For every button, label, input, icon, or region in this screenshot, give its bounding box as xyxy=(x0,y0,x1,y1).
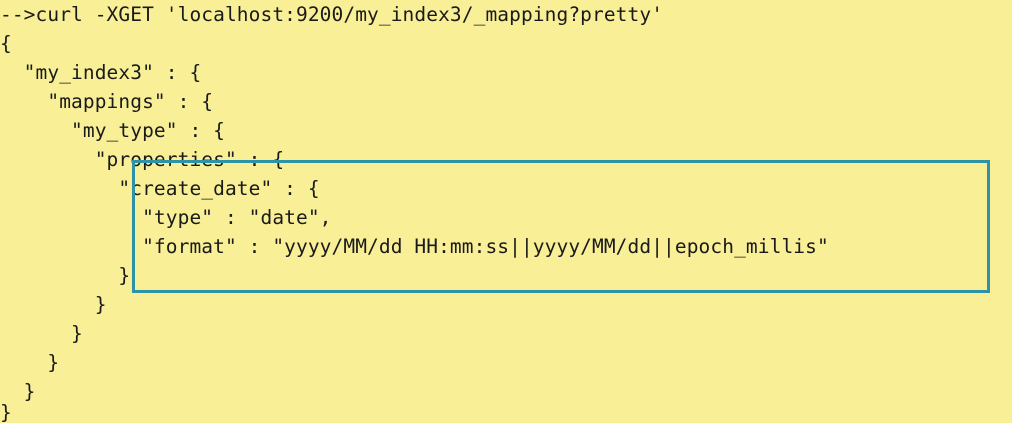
terminal-window: -->curl -XGET 'localhost:9200/my_index3/… xyxy=(0,0,1012,423)
output-line: "my_index3" : { xyxy=(0,61,202,84)
output-line: } xyxy=(0,322,83,345)
output-line: "type" : "date", xyxy=(0,206,332,229)
output-line: "format" : "yyyy/MM/dd HH:mm:ss||yyyy/MM… xyxy=(0,235,829,258)
output-line: } xyxy=(0,293,107,316)
output-line: "properties" : { xyxy=(0,148,285,171)
command-line: -->curl -XGET 'localhost:9200/my_index3/… xyxy=(0,3,664,26)
output-line: "create_date" : { xyxy=(0,177,320,200)
output-line: } xyxy=(0,351,60,374)
output-line: { xyxy=(0,32,12,55)
output-line: } xyxy=(0,401,12,423)
output-line: "my_type" : { xyxy=(0,119,225,142)
output-line: } xyxy=(0,264,131,287)
output-line: "mappings" : { xyxy=(0,90,214,113)
